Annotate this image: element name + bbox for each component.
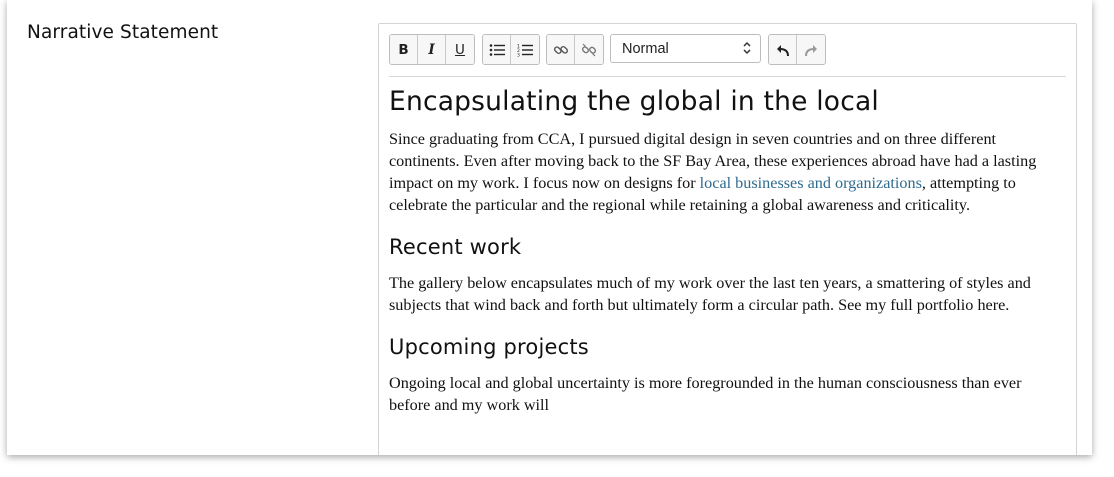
upcoming-projects-heading: Upcoming projects	[389, 335, 589, 359]
numbered-list-icon: 1 2 3	[517, 43, 533, 57]
upcoming-paragraph: Ongoing local and global uncertainty is …	[389, 374, 1022, 414]
block-format-value: Normal	[622, 41, 669, 57]
underline-icon: U	[455, 41, 465, 58]
bullet-list-button[interactable]	[483, 35, 511, 64]
link-button[interactable]	[547, 35, 575, 64]
svg-text:3: 3	[517, 52, 520, 57]
bold-button[interactable]: B	[390, 35, 418, 64]
list-button-group: 1 2 3	[482, 34, 540, 65]
undo-button[interactable]	[769, 35, 797, 64]
field-label: Narrative Statement	[27, 22, 219, 43]
rich-text-editor[interactable]: B I U 1 2 3 Normal Encapsulating the glo…	[378, 23, 1077, 455]
bullet-list-icon	[489, 43, 505, 56]
link-button-group	[546, 34, 604, 65]
document-title: Encapsulating the global in the local	[389, 86, 879, 117]
redo-icon	[805, 44, 817, 56]
chevron-up-down-icon	[743, 41, 751, 55]
italic-icon: I	[428, 41, 435, 58]
editor-toolbar: B I U 1 2 3 Normal	[389, 34, 1066, 77]
redo-button[interactable]	[797, 35, 825, 64]
bold-icon: B	[398, 41, 409, 58]
format-button-group: B I U	[389, 34, 475, 65]
unlink-icon	[581, 43, 597, 56]
recent-work-heading: Recent work	[389, 235, 522, 259]
history-button-group	[768, 34, 826, 65]
form-card: Narrative Statement B I U 1 2 3 Normal E…	[7, 0, 1092, 455]
intro-paragraph: Since graduating from CCA, I pursued dig…	[389, 128, 1061, 216]
unlink-button[interactable]	[575, 35, 603, 64]
editor-content[interactable]: Encapsulating the global in the local Si…	[389, 86, 1061, 416]
underline-button[interactable]: U	[446, 35, 474, 64]
block-format-select[interactable]: Normal	[610, 34, 761, 63]
recent-work-paragraph: The gallery below encapsulates much of m…	[389, 274, 1031, 314]
local-businesses-link[interactable]: local businesses and organizations	[700, 174, 922, 192]
undo-icon	[776, 44, 789, 56]
italic-button[interactable]: I	[418, 35, 446, 64]
link-icon	[553, 45, 568, 54]
numbered-list-button[interactable]: 1 2 3	[511, 35, 539, 64]
